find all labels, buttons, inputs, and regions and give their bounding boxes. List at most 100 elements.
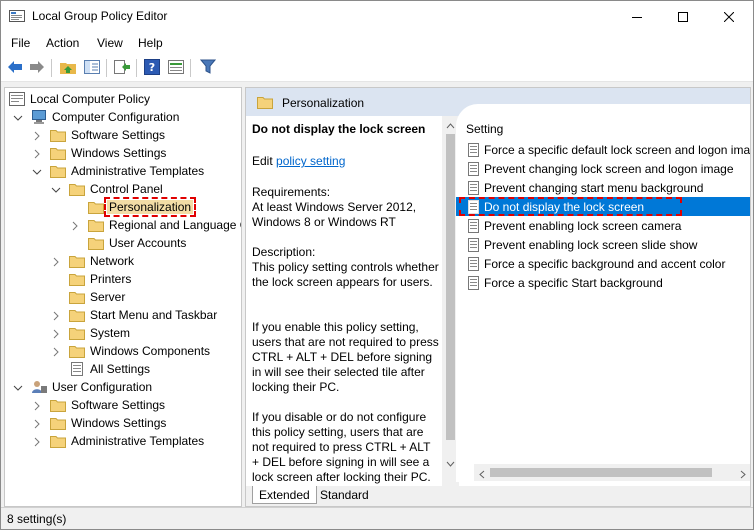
- edit-prefix: Edit: [252, 154, 273, 168]
- tree-item-administrative-templates[interactable]: Administrative Templates: [32, 162, 206, 180]
- edit-policy-line: Edit policy setting: [252, 154, 440, 169]
- folder-icon: [69, 290, 85, 304]
- scroll-down-icon[interactable]: [446, 457, 455, 467]
- scroll-right-icon[interactable]: [738, 468, 747, 482]
- tree-item-printers[interactable]: Printers: [69, 270, 133, 288]
- expand-chevron-icon[interactable]: [32, 130, 42, 141]
- title-bar: Local Group Policy Editor: [1, 1, 753, 32]
- tree-item-start-menu-and-taskbar[interactable]: Start Menu and Taskbar: [51, 306, 219, 324]
- edit-policy-setting-link[interactable]: policy setting: [276, 154, 345, 168]
- all-settings-icon: [69, 362, 85, 376]
- settings-horizontal-scrollbar[interactable]: [474, 464, 750, 482]
- folder-icon: [69, 254, 85, 268]
- expand-chevron-icon[interactable]: [51, 328, 61, 339]
- tree-item-control-panel[interactable]: Control Panel: [51, 180, 165, 198]
- tab-extended[interactable]: Extended: [252, 486, 317, 504]
- status-bar: 8 setting(s): [1, 507, 753, 529]
- menu-file[interactable]: File: [11, 36, 30, 50]
- settings-list[interactable]: Setting Force a specific default lock sc…: [456, 104, 750, 482]
- folder-icon: [50, 128, 66, 142]
- tree-item-user-windows-settings[interactable]: Windows Settings: [32, 414, 168, 432]
- expand-chevron-icon[interactable]: [51, 256, 61, 267]
- policy-setting-icon: [468, 142, 479, 157]
- collapse-chevron-icon[interactable]: [13, 382, 23, 392]
- setting-column-header[interactable]: Setting: [466, 122, 503, 136]
- export-list-button[interactable]: [112, 58, 132, 78]
- close-button[interactable]: [706, 1, 752, 32]
- folder-icon: [88, 218, 104, 232]
- scroll-left-icon[interactable]: [478, 468, 487, 482]
- setting-row[interactable]: Prevent enabling lock screen camera: [456, 216, 750, 235]
- expand-chevron-icon[interactable]: [32, 400, 42, 411]
- scrollbar-thumb[interactable]: [446, 134, 455, 440]
- policy-setting-icon: [468, 256, 479, 271]
- expand-chevron-icon[interactable]: [51, 346, 61, 357]
- toolbar-separator: [106, 59, 107, 77]
- filter-button[interactable]: [198, 58, 218, 78]
- folder-icon: [50, 146, 66, 160]
- folder-icon: [50, 398, 66, 412]
- menu-view[interactable]: View: [97, 36, 123, 50]
- expand-chevron-icon[interactable]: [32, 418, 42, 429]
- expand-chevron-icon[interactable]: [51, 310, 61, 321]
- collapse-chevron-icon[interactable]: [51, 184, 61, 194]
- maximize-button[interactable]: [660, 1, 706, 32]
- tree-item-user-configuration[interactable]: User Configuration: [13, 378, 154, 396]
- tree-item-user-administrative-templates[interactable]: Administrative Templates: [32, 432, 206, 450]
- back-button[interactable]: [5, 58, 25, 78]
- menu-help[interactable]: Help: [138, 36, 163, 50]
- view-tabs: Extended Standard: [246, 486, 750, 506]
- tree-item-network[interactable]: Network: [51, 252, 136, 270]
- setting-row[interactable]: Force a specific background and accent c…: [456, 254, 750, 273]
- open-folder-icon: [88, 200, 104, 214]
- policy-tree[interactable]: Local Computer Policy Computer Configura…: [4, 87, 242, 507]
- minimize-button[interactable]: [614, 1, 660, 32]
- minimize-icon: [632, 12, 642, 22]
- setting-row[interactable]: Prevent changing lock screen and logon i…: [456, 159, 750, 178]
- scrollbar-thumb[interactable]: [490, 468, 712, 477]
- folder-icon: [50, 164, 66, 178]
- folder-icon: [50, 434, 66, 448]
- tree-item-all-settings[interactable]: All Settings: [69, 360, 152, 378]
- tree-item-computer-configuration[interactable]: Computer Configuration: [13, 108, 181, 126]
- collapse-chevron-icon[interactable]: [13, 112, 23, 122]
- setting-row[interactable]: Prevent enabling lock screen slide show: [456, 235, 750, 254]
- policy-setting-icon: [468, 237, 479, 252]
- tree-item-windows-components[interactable]: Windows Components: [51, 342, 212, 360]
- folder-icon: [69, 326, 85, 340]
- expand-chevron-icon[interactable]: [70, 220, 80, 231]
- help-button[interactable]: ?: [142, 58, 162, 78]
- expand-chevron-icon[interactable]: [32, 436, 42, 447]
- tree-item-server[interactable]: Server: [69, 288, 127, 306]
- up-one-level-button[interactable]: [58, 58, 78, 78]
- setting-row[interactable]: Prevent changing start menu background: [456, 178, 750, 197]
- setting-row[interactable]: Force a specific default lock screen and…: [456, 140, 750, 159]
- tree-item-local-computer-policy[interactable]: Local Computer Policy: [9, 90, 152, 108]
- close-icon: [724, 11, 734, 22]
- policy-description-panel: Do not display the lock screen Edit poli…: [246, 116, 442, 486]
- tree-item-software-settings[interactable]: Software Settings: [32, 126, 167, 144]
- collapse-chevron-icon[interactable]: [32, 166, 42, 176]
- tree-item-windows-settings[interactable]: Windows Settings: [32, 144, 168, 162]
- requirements-text: At least Windows Server 2012, Windows 8 …: [252, 200, 417, 229]
- tree-item-system[interactable]: System: [51, 324, 132, 342]
- expand-chevron-icon[interactable]: [32, 148, 42, 159]
- toolbar: ?: [1, 54, 753, 82]
- requirements-label: Requirements:: [252, 185, 331, 199]
- menu-action[interactable]: Action: [46, 36, 79, 50]
- setting-row[interactable]: Force a specific Start background: [456, 273, 750, 292]
- tree-item-user-software-settings[interactable]: Software Settings: [32, 396, 167, 414]
- setting-row-selected[interactable]: Do not display the lock screen: [456, 197, 750, 216]
- policy-title: Do not display the lock screen: [252, 122, 426, 136]
- policy-setting-icon: [468, 161, 479, 176]
- show-hide-tree-button[interactable]: [82, 58, 102, 78]
- tab-standard[interactable]: Standard: [314, 486, 375, 504]
- properties-button[interactable]: [166, 58, 186, 78]
- description-text-2: If you enable this policy setting, users…: [252, 320, 439, 394]
- scroll-up-icon[interactable]: [446, 120, 455, 129]
- tree-item-user-accounts[interactable]: User Accounts: [88, 234, 188, 252]
- tree-item-personalization[interactable]: Personalization: [88, 197, 197, 217]
- forward-button[interactable]: [27, 58, 47, 78]
- filter-icon: [199, 59, 217, 78]
- tree-item-regional-and-language[interactable]: Regional and Language Options: [70, 216, 241, 234]
